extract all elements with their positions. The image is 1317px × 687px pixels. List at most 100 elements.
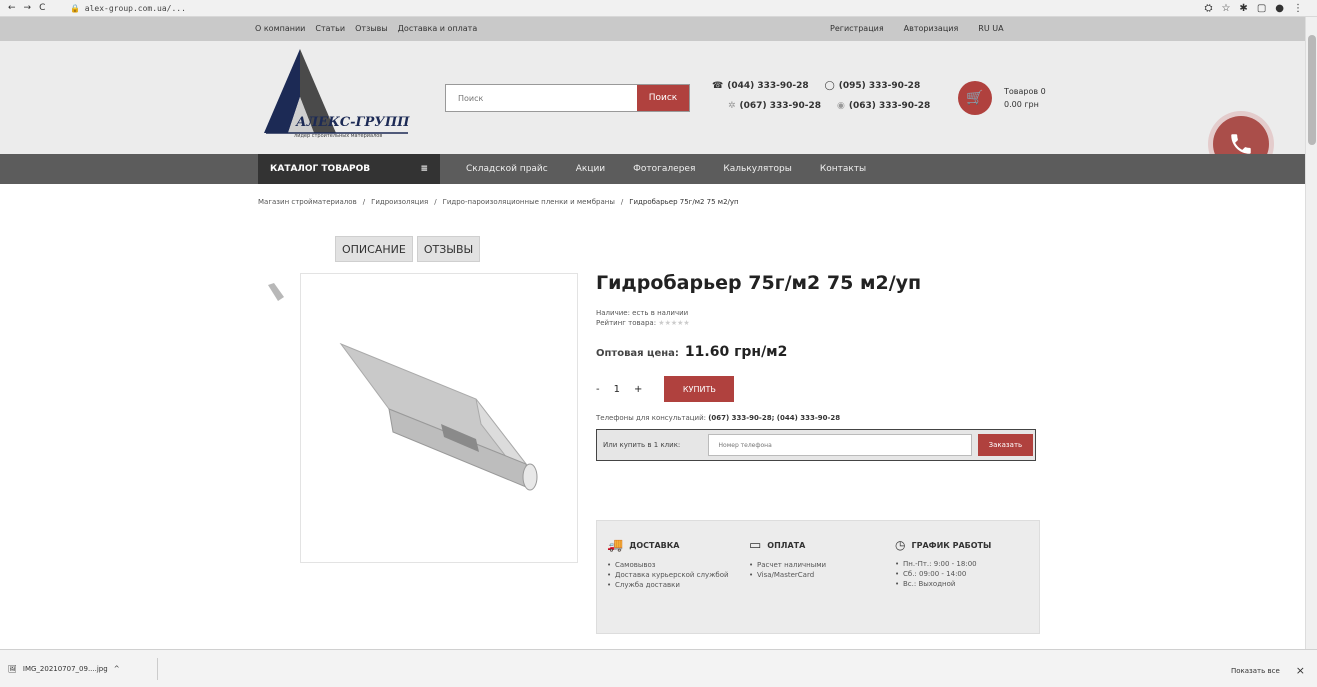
card-icon: ▭ <box>749 538 762 553</box>
breadcrumb-separator: / <box>434 198 437 206</box>
clock-icon: ◷ <box>895 538 906 552</box>
top-link-articles[interactable]: Статьи <box>315 24 345 33</box>
one-click-order-button[interactable]: Заказать <box>977 434 1033 456</box>
main-nav: КАТАЛОГ ТОВАРОВ ≡ Складской прайс Акции … <box>0 154 1305 184</box>
breadcrumb-separator: / <box>362 198 366 206</box>
downloads-bar: 🖼 IMG_20210707_09....jpg ^ Показать все … <box>0 649 1317 687</box>
product-tabs: ОПИСАНИЕ ОТЗЫВЫ <box>335 236 481 262</box>
operator-icon: ◉ <box>837 101 845 111</box>
tab-reviews[interactable]: ОТЗЫВЫ <box>416 236 481 262</box>
one-click-form: Или купить в 1 клик: Заказать <box>596 429 1036 461</box>
one-click-label: Или купить в 1 клик: <box>603 441 681 449</box>
address-bar[interactable]: 🔒 alex-group.com.ua/... <box>70 4 1204 13</box>
phone-4[interactable]: ◉ (063) 333-90-28 <box>837 101 930 111</box>
cart[interactable]: 🛒 Товаров 0 0.00 грн <box>958 81 1046 115</box>
cart-total: 0.00 грн <box>1004 100 1039 109</box>
register-link[interactable]: Регистрация <box>830 24 884 33</box>
back-icon[interactable]: ← <box>8 3 16 13</box>
browser-toolbar: ← → C 🔒 alex-group.com.ua/... ⛭ ☆ ✱ ▢ ● … <box>0 0 1317 17</box>
cart-icon: 🛒 <box>958 81 992 115</box>
rating-row: Рейтинг товара: ★★★★★ <box>596 318 1046 328</box>
language-switch[interactable]: RU UA <box>978 24 1003 33</box>
phone-number: (067) 333-90-28 <box>739 101 821 111</box>
product-image[interactable] <box>300 273 578 563</box>
download-item[interactable]: 🖼 IMG_20210707_09....jpg ^ <box>8 658 158 680</box>
schedule-item: Вс.: Выходной <box>895 579 1035 589</box>
phone-3[interactable]: ✲ (067) 333-90-28 <box>728 101 821 111</box>
page-scrollbar[interactable] <box>1305 17 1317 649</box>
schedule-column: ◷ ГРАФИК РАБОТЫ Пн.-Пт.: 9:00 - 18:00 Сб.… <box>895 538 1035 589</box>
breadcrumb-category[interactable]: Гидроизоляция <box>371 198 428 206</box>
show-all-link[interactable]: Показать все <box>1231 667 1280 675</box>
product-title: Гидробарьер 75г/м2 75 м2/уп <box>596 272 922 294</box>
membrane-roll-image <box>339 342 538 491</box>
rating-stars: ★★★★★ <box>658 319 690 327</box>
phone-number: (095) 333-90-28 <box>838 81 921 91</box>
one-click-phone-input[interactable] <box>707 434 972 456</box>
truck-icon: 🚚 <box>607 538 624 553</box>
price-row: Оптовая цена: 11.60 грн/м2 <box>596 344 1046 360</box>
phone-number: (063) 333-90-28 <box>848 101 931 111</box>
logo-tagline: лидер строительных материалов <box>294 133 383 139</box>
product-meta: Наличие: есть в наличии Рейтинг товара: … <box>596 308 1046 328</box>
nav-item-price[interactable]: Складской прайс <box>466 164 548 174</box>
logo[interactable]: АЛЕКС-ГРУПП лидер строительных материало… <box>258 47 423 147</box>
breadcrumb: Магазин стройматериалов / Гидроизоляция … <box>258 198 739 206</box>
phone-number: (044) 333-90-28 <box>727 81 809 91</box>
extensions-icon[interactable]: ✱ <box>1239 3 1247 14</box>
tab-description[interactable]: ОПИСАНИЕ <box>335 236 413 262</box>
forward-icon[interactable]: → <box>24 3 32 13</box>
site-header: АЛЕКС-ГРУПП лидер строительных материало… <box>0 41 1305 172</box>
breadcrumb-separator: / <box>620 198 624 206</box>
auth-links: Регистрация Авторизация RU UA <box>830 24 1004 33</box>
profile-icon[interactable]: ● <box>1275 3 1284 14</box>
rating-label: Рейтинг товара: <box>596 319 657 327</box>
product-info: Гидробарьер 75г/м2 75 м2/уп Наличие: ест… <box>596 272 1046 461</box>
download-filename: IMG_20210707_09....jpg <box>22 665 108 673</box>
top-link-reviews[interactable]: Отзывы <box>355 24 388 33</box>
product-thumbnail[interactable] <box>266 281 286 303</box>
nav-item-contacts[interactable]: Контакты <box>820 164 866 174</box>
chevron-up-icon[interactable]: ^ <box>114 665 120 673</box>
breadcrumb-subcategory[interactable]: Гидро-пароизоляционные пленки и мембраны <box>443 198 615 206</box>
nav-item-sales[interactable]: Акции <box>576 164 605 174</box>
payment-column: ▭ ОПЛАТА Расчет наличными Visa/MasterCard <box>749 538 889 580</box>
star-icon[interactable]: ☆ <box>1221 3 1230 14</box>
price-label: Оптовая цена: <box>596 348 679 359</box>
top-link-delivery[interactable]: Доставка и оплата <box>398 24 478 33</box>
search-input[interactable] <box>446 85 637 111</box>
browser-nav: ← → C <box>0 3 70 13</box>
header-phones: ☎ (044) 333-90-28 ◯ (095) 333-90-28 ✲ (067)… <box>712 81 930 121</box>
breadcrumb-home[interactable]: Магазин стройматериалов <box>258 198 357 206</box>
phone-2[interactable]: ◯ (095) 333-90-28 <box>825 81 921 91</box>
top-link-about[interactable]: О компании <box>255 24 305 33</box>
quantity-row: - 1 + КУПИТЬ <box>596 376 1046 402</box>
window-icon[interactable]: ▢ <box>1257 3 1266 14</box>
translate-icon[interactable]: ⛭ <box>1204 3 1212 14</box>
top-links: О компании Статьи Отзывы Доставка и опла… <box>255 24 477 33</box>
login-link[interactable]: Авторизация <box>904 24 959 33</box>
consult-phones: Телефоны для консультаций: (067) 333-90-… <box>596 414 1046 422</box>
schedule-item: Пн.-Пт.: 9:00 - 18:00 <box>895 559 1035 569</box>
nav-item-gallery[interactable]: Фотогалерея <box>633 164 695 174</box>
search-form: Поиск <box>445 84 690 112</box>
lock-icon: 🔒 <box>70 3 85 13</box>
availability: Наличие: есть в наличии <box>596 309 689 317</box>
reload-icon[interactable]: C <box>39 3 45 13</box>
logo-mark-icon <box>264 49 408 134</box>
catalog-label: КАТАЛОГ ТОВАРОВ <box>270 164 371 174</box>
schedule-item: Сб.: 09:00 - 14:00 <box>895 569 1035 579</box>
buy-button[interactable]: КУПИТЬ <box>664 376 735 402</box>
qty-plus-button[interactable]: + <box>634 384 642 395</box>
operator-icon: ◯ <box>824 81 835 91</box>
search-button[interactable]: Поиск <box>637 85 689 111</box>
qty-minus-button[interactable]: - <box>596 384 600 395</box>
catalog-button[interactable]: КАТАЛОГ ТОВАРОВ ≡ <box>258 154 440 184</box>
menu-icon[interactable]: ⋮ <box>1293 3 1303 14</box>
phone-1[interactable]: ☎ (044) 333-90-28 <box>712 81 809 91</box>
nav-item-calculators[interactable]: Калькуляторы <box>723 164 791 174</box>
scrollbar-thumb[interactable] <box>1308 35 1316 145</box>
delivery-column: 🚚 ДОСТАВКА Самовывоз Доставка курьерской … <box>607 538 747 590</box>
close-icon[interactable]: × <box>1296 664 1305 677</box>
qty-value[interactable]: 1 <box>608 384 626 395</box>
